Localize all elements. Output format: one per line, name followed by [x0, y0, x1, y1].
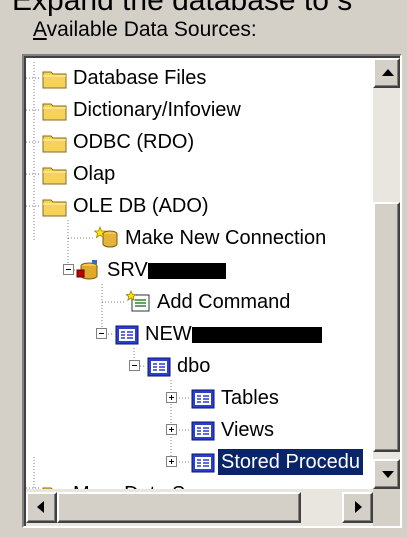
- collapse-new-button[interactable]: [96, 328, 107, 339]
- redacted-text: [147, 262, 226, 279]
- instruction-caption: Expand the database to s: [12, 0, 407, 16]
- tree-item-tables[interactable]: Tables: [190, 382, 282, 414]
- tree-item-label: dbo: [177, 355, 211, 377]
- vertical-scrollbar[interactable]: [373, 58, 400, 489]
- label-hotkey: A: [33, 18, 47, 41]
- views-icon: [190, 418, 216, 442]
- up-arrow-icon: [382, 69, 394, 76]
- tree-item-label: Views: [221, 419, 274, 441]
- tree-item-make-new-connection[interactable]: Make New Connection: [94, 222, 329, 254]
- data-sources-tree-frame: Database Files Dictionary/Infoview ODBC …: [22, 54, 402, 528]
- tree-item-label: NEW: [142, 321, 325, 347]
- tree-item-label: OLE DB (ADO): [73, 195, 209, 217]
- server-icon: [76, 258, 102, 282]
- tree-item-srv[interactable]: SRV: [76, 254, 229, 286]
- horizontal-scroll-thumb[interactable]: [57, 492, 301, 523]
- down-arrow-icon: [382, 471, 394, 478]
- expand-stored-procedures-button[interactable]: [166, 456, 177, 467]
- tree-item-label: SRV: [104, 257, 229, 283]
- collapse-dbo-button[interactable]: [129, 360, 140, 371]
- tree-item-olap[interactable]: Olap: [42, 158, 118, 190]
- new-connection-icon: [94, 226, 120, 250]
- tree-item-label: Database Files: [73, 67, 207, 89]
- label-text: vailable Data Sources:: [46, 18, 257, 41]
- tree-item-label: Dictionary/Infoview: [73, 99, 241, 121]
- tree-item-label: Stored Procedu: [218, 449, 363, 475]
- data-sources-tree[interactable]: Database Files Dictionary/Infoview ODBC …: [26, 58, 375, 491]
- folder-icon: [42, 162, 68, 186]
- folder-icon: [42, 130, 68, 154]
- tree-item-views[interactable]: Views: [190, 414, 277, 446]
- scroll-up-button[interactable]: [373, 58, 400, 88]
- stored-procedures-icon: [190, 450, 216, 474]
- tree-item-stored-procedures[interactable]: Stored Procedu: [190, 446, 363, 478]
- left-arrow-icon: [37, 501, 44, 513]
- folder-icon: [42, 66, 68, 90]
- scroll-left-button[interactable]: [26, 492, 57, 523]
- tree-item-label: ODBC (RDO): [73, 131, 195, 153]
- scrollbar-corner: [373, 489, 400, 526]
- available-data-sources-label: Available Data Sources:: [33, 18, 257, 42]
- tables-icon: [190, 386, 216, 410]
- tree-item-label: Olap: [73, 163, 116, 185]
- redacted-text: [191, 326, 322, 343]
- scroll-right-button[interactable]: [342, 492, 373, 523]
- tree-item-label: Make New Connection: [125, 227, 327, 249]
- add-command-icon: [126, 290, 152, 314]
- folder-icon: [42, 98, 68, 122]
- vertical-scroll-thumb[interactable]: [373, 202, 400, 452]
- tree-item-label: Add Command: [157, 291, 291, 313]
- folder-icon: [42, 194, 68, 218]
- scroll-down-button[interactable]: [373, 459, 400, 489]
- horizontal-scrollbar[interactable]: [26, 489, 373, 526]
- tree-item-dictionary-infoview[interactable]: Dictionary/Infoview: [42, 94, 244, 126]
- tree-item-database-files[interactable]: Database Files: [42, 62, 209, 94]
- tree-item-odbc-rdo[interactable]: ODBC (RDO): [42, 126, 197, 158]
- tree-item-dbo[interactable]: dbo: [146, 350, 213, 382]
- tree-item-add-command[interactable]: Add Command: [126, 286, 293, 318]
- database-icon: [114, 322, 140, 346]
- tree-item-ole-db-ado[interactable]: OLE DB (ADO): [42, 190, 212, 222]
- schema-icon: [146, 354, 172, 378]
- right-arrow-icon: [355, 501, 362, 513]
- tree-item-label: Tables: [221, 387, 279, 409]
- expand-views-button[interactable]: [166, 424, 177, 435]
- tree-item-new[interactable]: NEW: [114, 318, 325, 350]
- collapse-srv-button[interactable]: [63, 264, 74, 275]
- expand-tables-button[interactable]: [166, 392, 177, 403]
